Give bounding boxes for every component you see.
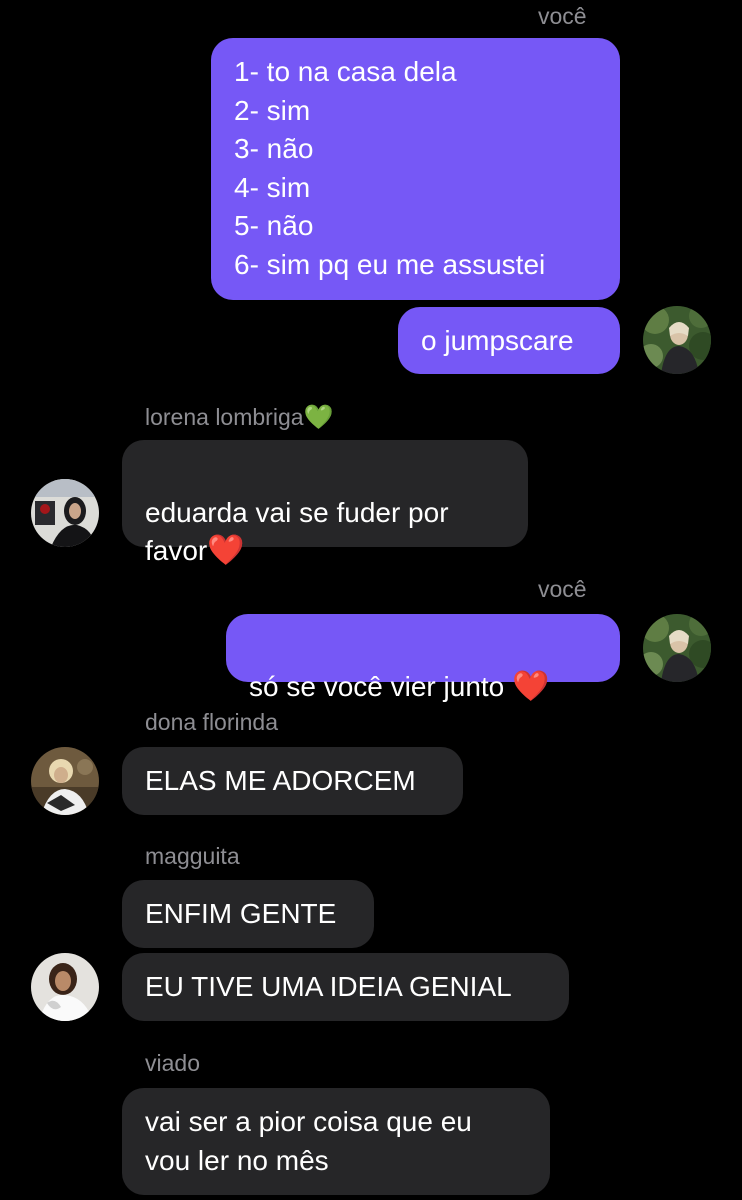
message-bubble-outgoing[interactable]: só se você vier junto ❤️ (226, 614, 620, 704)
sender-label-self: você (538, 3, 587, 29)
heart-emoji: ❤️ (512, 668, 550, 704)
avatar-self[interactable] (643, 306, 711, 374)
message-bubble-incoming[interactable]: eduarda vai se fuder por favor❤️ (122, 440, 528, 568)
sender-label: viado (145, 1050, 200, 1076)
message-bubble-incoming[interactable]: ENFIM GENTE (122, 880, 374, 948)
sender-label: magguita (145, 843, 240, 869)
avatar-dona-florinda[interactable] (31, 747, 99, 815)
sender-label-self: você (538, 576, 587, 602)
message-text: eduarda vai se fuder por favor (145, 496, 449, 567)
message-bubble-incoming[interactable]: ELAS ME ADORCEM (122, 747, 463, 815)
green-heart-emoji: 💚 (303, 403, 334, 431)
avatar-lorena-photo (31, 479, 99, 547)
sender-name: lorena lombriga (145, 404, 304, 430)
avatar-self-photo (643, 614, 711, 682)
message-bubble-incoming[interactable]: EU TIVE UMA IDEIA GENIAL (122, 953, 569, 1021)
avatar-dona-florinda-photo (31, 747, 99, 815)
sender-label: lorena lombriga💚 (145, 405, 333, 429)
heart-emoji: ❤️ (207, 533, 245, 569)
avatar-self-photo (643, 306, 711, 374)
message-bubble-incoming[interactable]: vai ser a pior coisa que eu vou ler no m… (122, 1088, 550, 1195)
avatar-self[interactable] (643, 614, 711, 682)
avatar-magguita-photo (31, 953, 99, 1021)
message-bubble-outgoing[interactable]: o jumpscare (398, 307, 620, 374)
avatar-magguita[interactable] (31, 953, 99, 1021)
sender-label: dona florinda (145, 709, 278, 735)
message-bubble-outgoing[interactable]: 1- to na casa dela 2- sim 3- não 4- sim … (211, 38, 620, 300)
avatar-lorena[interactable] (31, 479, 99, 547)
message-text: só se você vier junto (249, 670, 505, 702)
